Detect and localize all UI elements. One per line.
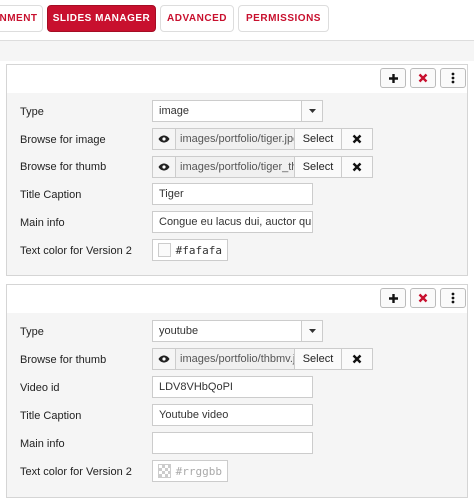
- clear-thumb-button[interactable]: [342, 349, 372, 369]
- plus-icon: [388, 293, 398, 303]
- slide-panel-body: Type youtube Browse for thumb images/por…: [7, 313, 467, 497]
- type-select-value: youtube: [159, 325, 199, 337]
- eye-icon: [158, 163, 170, 171]
- browse-thumb-path[interactable]: images/portfolio/tiger_th: [176, 157, 295, 177]
- browse-thumb-field: images/portfolio/tiger_th Select: [152, 156, 373, 178]
- slide-options-button[interactable]: [440, 68, 466, 88]
- more-vertical-icon: [451, 292, 455, 304]
- color-swatch: [158, 243, 171, 257]
- select-image-button[interactable]: Select: [295, 129, 342, 149]
- more-vertical-icon: [451, 72, 455, 84]
- add-slide-button[interactable]: [380, 288, 406, 308]
- type-label: Type: [20, 326, 44, 338]
- times-icon: [352, 162, 362, 172]
- select-thumb-button[interactable]: Select: [295, 157, 342, 177]
- video-id-input[interactable]: LDV8VHbQoPI: [152, 376, 313, 398]
- add-slide-button[interactable]: [380, 68, 406, 88]
- preview-image-button[interactable]: [153, 129, 176, 149]
- times-icon: [352, 354, 362, 364]
- text-color-input[interactable]: #fafafa: [152, 239, 228, 261]
- slide-panel-toolbar: [7, 65, 467, 94]
- tab-advanced[interactable]: ADVANCED: [160, 5, 234, 32]
- slide-panel-toolbar: [7, 285, 467, 314]
- type-label: Type: [20, 106, 44, 118]
- main-info-input[interactable]: Congue eu lacus dui, auctor quis ul: [152, 211, 313, 233]
- browse-thumb-label: Browse for thumb: [20, 354, 107, 366]
- type-select-value: image: [159, 105, 189, 117]
- main-info-label: Main info: [20, 438, 65, 450]
- clear-thumb-button[interactable]: [342, 157, 372, 177]
- slide-panel-1: Type image Browse for image images/portf…: [6, 64, 468, 276]
- type-select[interactable]: youtube: [152, 320, 323, 342]
- text-color-label: Text color for Version 2: [20, 245, 132, 257]
- slide-panel-body: Type image Browse for image images/portf…: [7, 93, 467, 275]
- clear-image-button[interactable]: [342, 129, 372, 149]
- text-color-value: #fafafa: [175, 243, 222, 257]
- browse-thumb-label: Browse for thumb: [20, 161, 107, 173]
- browse-image-field: images/portfolio/tiger.jpg Select: [152, 128, 373, 150]
- plus-icon: [388, 73, 398, 83]
- browse-thumb-field: images/portfolio/thbmv.j Select: [152, 348, 373, 370]
- tab-slides-manager[interactable]: SLIDES MANAGER: [47, 5, 156, 32]
- times-icon: [352, 134, 362, 144]
- title-caption-label: Title Caption: [20, 410, 82, 422]
- slide-options-button[interactable]: [440, 288, 466, 308]
- eye-icon: [158, 355, 170, 363]
- select-thumb-button[interactable]: Select: [295, 349, 342, 369]
- main-info-label: Main info: [20, 217, 65, 229]
- transparent-swatch-icon: [158, 464, 171, 478]
- title-caption-input[interactable]: Youtube video: [152, 404, 313, 426]
- remove-slide-button[interactable]: [410, 288, 436, 308]
- preview-thumb-button[interactable]: [153, 157, 176, 177]
- times-icon: [418, 293, 428, 303]
- slide-panel-2: Type youtube Browse for thumb images/por…: [6, 284, 468, 498]
- text-color-placeholder: #rrggbb: [175, 464, 222, 478]
- type-select[interactable]: image: [152, 100, 323, 122]
- tab-bar: NMENT SLIDES MANAGER ADVANCED PERMISSION…: [0, 0, 474, 41]
- main-info-input[interactable]: [152, 432, 313, 454]
- content-top-band: [0, 41, 474, 61]
- browse-image-path[interactable]: images/portfolio/tiger.jpg: [176, 129, 295, 149]
- video-id-label: Video id: [20, 382, 60, 394]
- times-icon: [418, 73, 428, 83]
- eye-icon: [158, 135, 170, 143]
- preview-thumb-button[interactable]: [153, 349, 176, 369]
- remove-slide-button[interactable]: [410, 68, 436, 88]
- tab-alignment[interactable]: NMENT: [0, 5, 43, 32]
- text-color-label: Text color for Version 2: [20, 466, 132, 478]
- caret-down-icon: [301, 101, 322, 121]
- title-caption-label: Title Caption: [20, 189, 82, 201]
- caret-down-icon: [301, 321, 322, 341]
- browse-image-label: Browse for image: [20, 134, 106, 146]
- tab-permissions[interactable]: PERMISSIONS: [238, 5, 329, 32]
- title-caption-input[interactable]: Tiger: [152, 183, 313, 205]
- browse-thumb-path[interactable]: images/portfolio/thbmv.j: [176, 349, 295, 369]
- text-color-input[interactable]: #rrggbb: [152, 460, 228, 482]
